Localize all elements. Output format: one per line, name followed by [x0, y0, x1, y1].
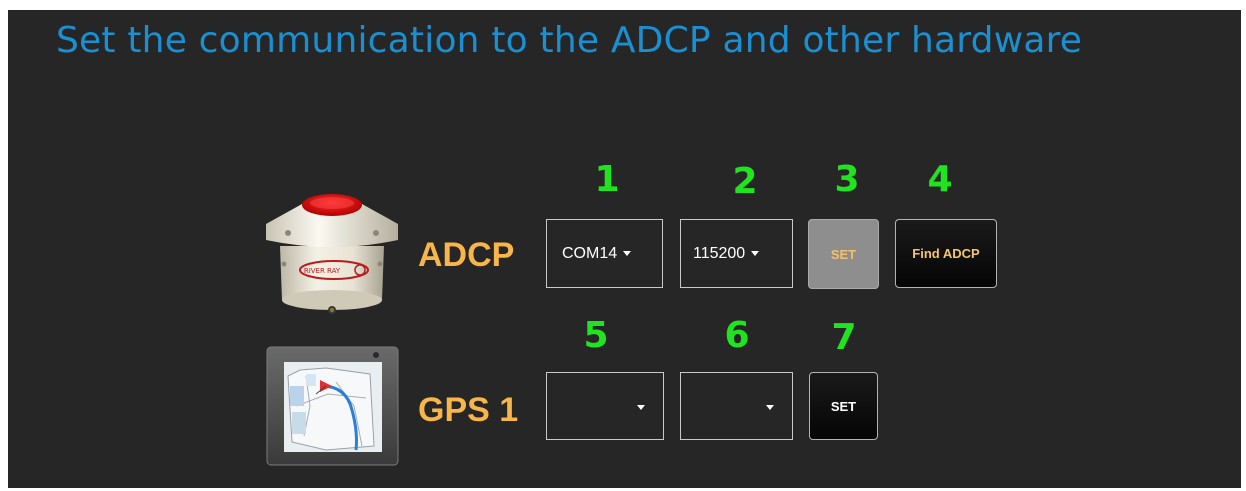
step-number-4: 4 [927, 159, 953, 200]
adcp-baud-select[interactable]: 115200 [680, 219, 793, 288]
gps-set-button[interactable]: SET [809, 372, 878, 440]
step-number-7: 7 [831, 317, 857, 358]
find-adcp-button[interactable]: Find ADCP [895, 219, 997, 288]
chevron-down-icon [766, 405, 774, 410]
chevron-down-icon [637, 405, 645, 410]
adcp-port-select[interactable]: COM14 [546, 219, 663, 288]
step-number-5: 5 [583, 315, 609, 356]
gps-tablet-icon [266, 346, 399, 466]
gps-port-select[interactable] [546, 372, 664, 440]
adcp-set-button[interactable]: SET [808, 219, 879, 289]
page-title: Set the communication to the ADCP and ot… [56, 20, 1083, 61]
chevron-down-icon [623, 251, 632, 256]
step-number-1: 1 [594, 159, 620, 200]
step-number-2: 2 [732, 161, 758, 202]
gps-baud-select[interactable] [680, 372, 793, 440]
adcp-device-icon: RIVER RAY [262, 188, 402, 322]
chevron-down-icon [751, 251, 760, 256]
adcp-label: ADCP [418, 236, 515, 274]
step-number-3: 3 [834, 159, 860, 200]
svg-text:RIVER RAY: RIVER RAY [304, 267, 341, 275]
adcp-port-value: COM14 [562, 244, 618, 262]
gps-label: GPS 1 [418, 391, 519, 429]
step-number-6: 6 [724, 315, 750, 356]
adcp-baud-value: 115200 [693, 244, 746, 262]
